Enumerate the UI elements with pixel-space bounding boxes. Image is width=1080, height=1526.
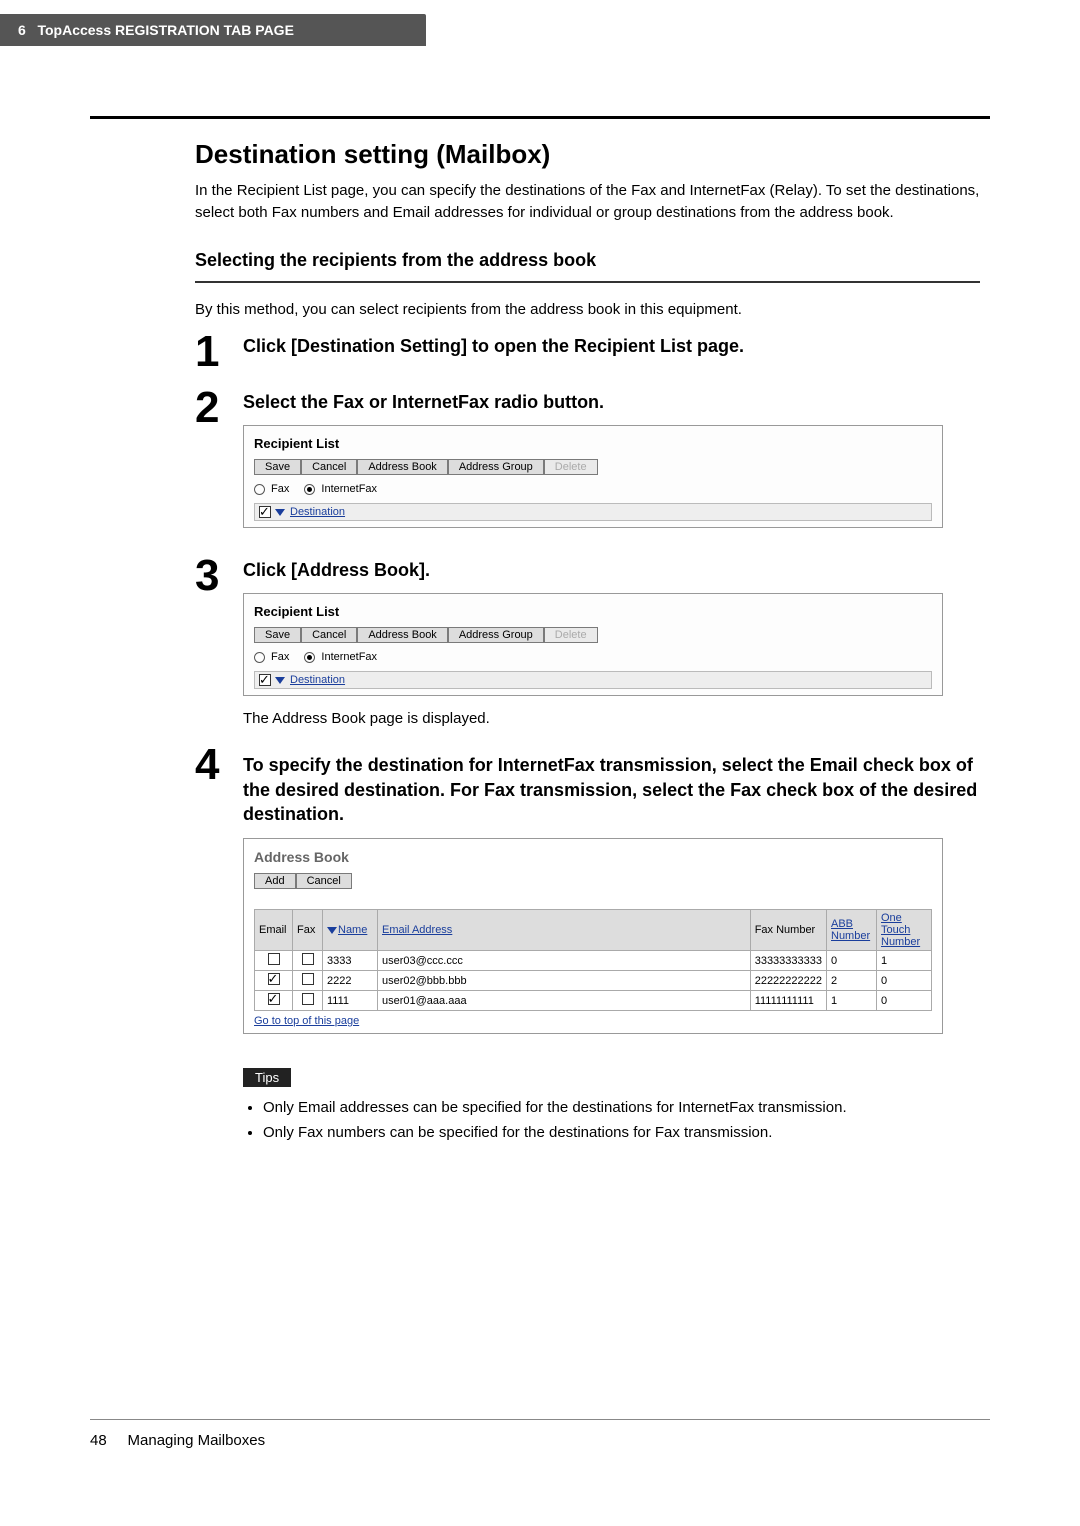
cell-email: user03@ccc.ccc bbox=[378, 951, 751, 971]
fax-radio[interactable] bbox=[254, 484, 265, 495]
cell-abb: 1 bbox=[827, 991, 877, 1011]
col-email: Email bbox=[255, 910, 293, 951]
tips-label: Tips bbox=[243, 1068, 291, 1087]
fax-checkbox[interactable] bbox=[302, 973, 314, 985]
step-3-title: Click [Address Book]. bbox=[243, 560, 980, 581]
table-row: 3333user03@ccc.ccc3333333333301 bbox=[255, 951, 932, 971]
tip-item: Only Email addresses can be specified fo… bbox=[263, 1097, 980, 1118]
page-number: 48 bbox=[90, 1432, 107, 1449]
step-3: 3 Click [Address Book]. Recipient List S… bbox=[195, 554, 980, 735]
address-group-button[interactable]: Address Group bbox=[448, 459, 544, 475]
fax-radio[interactable] bbox=[254, 652, 265, 663]
recipient-list-screenshot-2: Recipient List Save Cancel Address Book … bbox=[243, 593, 943, 696]
cancel-button[interactable]: Cancel bbox=[296, 873, 352, 889]
fax-radio-label: Fax bbox=[271, 651, 289, 663]
address-book-button[interactable]: Address Book bbox=[357, 627, 447, 643]
tip-item: Only Fax numbers can be specified for th… bbox=[263, 1122, 980, 1143]
chapter-number: 6 bbox=[18, 22, 26, 38]
cell-abb: 0 bbox=[827, 951, 877, 971]
cell-abb: 2 bbox=[827, 971, 877, 991]
recipient-list-title: Recipient List bbox=[254, 436, 932, 451]
add-button[interactable]: Add bbox=[254, 873, 296, 889]
step-2-title: Select the Fax or InternetFax radio butt… bbox=[243, 392, 980, 413]
col-onetouch-number[interactable]: One Touch Number bbox=[877, 910, 932, 951]
recipient-list-title-2: Recipient List bbox=[254, 604, 932, 619]
cell-onetouch: 0 bbox=[877, 991, 932, 1011]
address-book-table: Email Fax Name Email Address Fax Number … bbox=[254, 909, 932, 1011]
tips-list: Only Email addresses can be specified fo… bbox=[243, 1097, 980, 1143]
recipient-list-screenshot-1: Recipient List Save Cancel Address Book … bbox=[243, 425, 943, 528]
footer-divider bbox=[90, 1419, 990, 1420]
cell-onetouch: 1 bbox=[877, 951, 932, 971]
top-divider bbox=[90, 116, 990, 119]
address-book-title: Address Book bbox=[254, 849, 932, 865]
internetfax-radio[interactable] bbox=[304, 484, 315, 495]
internetfax-radio-label: InternetFax bbox=[321, 483, 377, 495]
cell-faxnum: 33333333333 bbox=[750, 951, 826, 971]
save-button[interactable]: Save bbox=[254, 627, 301, 643]
internetfax-radio-label: InternetFax bbox=[321, 651, 377, 663]
col-email-address[interactable]: Email Address bbox=[378, 910, 751, 951]
step-2: 2 Select the Fax or InternetFax radio bu… bbox=[195, 386, 980, 542]
cell-name: 3333 bbox=[323, 951, 378, 971]
fax-radio-label: Fax bbox=[271, 483, 289, 495]
intro-paragraph: In the Recipient List page, you can spec… bbox=[195, 180, 980, 224]
step-4-title: To specify the destination for InternetF… bbox=[243, 753, 980, 826]
step-3-note: The Address Book page is displayed. bbox=[243, 710, 980, 727]
chevron-down-icon bbox=[275, 677, 285, 684]
destination-checkbox[interactable] bbox=[259, 506, 271, 518]
email-checkbox[interactable] bbox=[268, 953, 280, 965]
cell-email: user01@aaa.aaa bbox=[378, 991, 751, 1011]
email-checkbox[interactable] bbox=[268, 973, 280, 985]
sub-intro: By this method, you can select recipient… bbox=[195, 299, 980, 321]
table-row: 1111user01@aaa.aaa1111111111110 bbox=[255, 991, 932, 1011]
col-fax-number: Fax Number bbox=[750, 910, 826, 951]
sub-heading-underline bbox=[195, 281, 980, 283]
delete-button: Delete bbox=[544, 627, 598, 643]
cancel-button[interactable]: Cancel bbox=[301, 627, 357, 643]
step-2-number: 2 bbox=[195, 386, 243, 430]
cell-name: 1111 bbox=[323, 991, 378, 1011]
cell-email: user02@bbb.bbb bbox=[378, 971, 751, 991]
sub-heading: Selecting the recipients from the addres… bbox=[195, 250, 980, 271]
step-1-title: Click [Destination Setting] to open the … bbox=[243, 336, 980, 357]
chapter-header: 6 TopAccess REGISTRATION TAB PAGE bbox=[0, 14, 426, 46]
page-footer: 48 Managing Mailboxes bbox=[0, 1432, 1080, 1479]
goto-top-link[interactable]: Go to top of this page bbox=[254, 1015, 359, 1027]
fax-checkbox[interactable] bbox=[302, 993, 314, 1005]
col-name[interactable]: Name bbox=[323, 910, 378, 951]
email-checkbox[interactable] bbox=[268, 993, 280, 1005]
address-book-button[interactable]: Address Book bbox=[357, 459, 447, 475]
delete-button: Delete bbox=[544, 459, 598, 475]
step-1: 1 Click [Destination Setting] to open th… bbox=[195, 330, 980, 374]
destination-link[interactable]: Destination bbox=[290, 506, 345, 518]
step-1-number: 1 bbox=[195, 330, 243, 374]
fax-checkbox[interactable] bbox=[302, 953, 314, 965]
address-group-button[interactable]: Address Group bbox=[448, 627, 544, 643]
chapter-title: TopAccess REGISTRATION TAB PAGE bbox=[37, 22, 293, 38]
cell-faxnum: 11111111111 bbox=[750, 991, 826, 1011]
internetfax-radio[interactable] bbox=[304, 652, 315, 663]
page-label: Managing Mailboxes bbox=[128, 1432, 266, 1449]
step-4-number: 4 bbox=[195, 743, 243, 787]
destination-link[interactable]: Destination bbox=[290, 674, 345, 686]
address-book-screenshot: Address Book Add Cancel Email Fax Name E… bbox=[243, 838, 943, 1034]
chevron-down-icon bbox=[275, 509, 285, 516]
col-abb-number[interactable]: ABB Number bbox=[827, 910, 877, 951]
section-title: Destination setting (Mailbox) bbox=[195, 139, 980, 170]
destination-checkbox[interactable] bbox=[259, 674, 271, 686]
cell-name: 2222 bbox=[323, 971, 378, 991]
save-button[interactable]: Save bbox=[254, 459, 301, 475]
cancel-button[interactable]: Cancel bbox=[301, 459, 357, 475]
chevron-down-icon bbox=[327, 927, 337, 934]
cell-onetouch: 0 bbox=[877, 971, 932, 991]
col-fax: Fax bbox=[293, 910, 323, 951]
step-4: 4 To specify the destination for Interne… bbox=[195, 747, 980, 1147]
table-row: 2222user02@bbb.bbb2222222222220 bbox=[255, 971, 932, 991]
step-3-number: 3 bbox=[195, 554, 243, 598]
cell-faxnum: 22222222222 bbox=[750, 971, 826, 991]
